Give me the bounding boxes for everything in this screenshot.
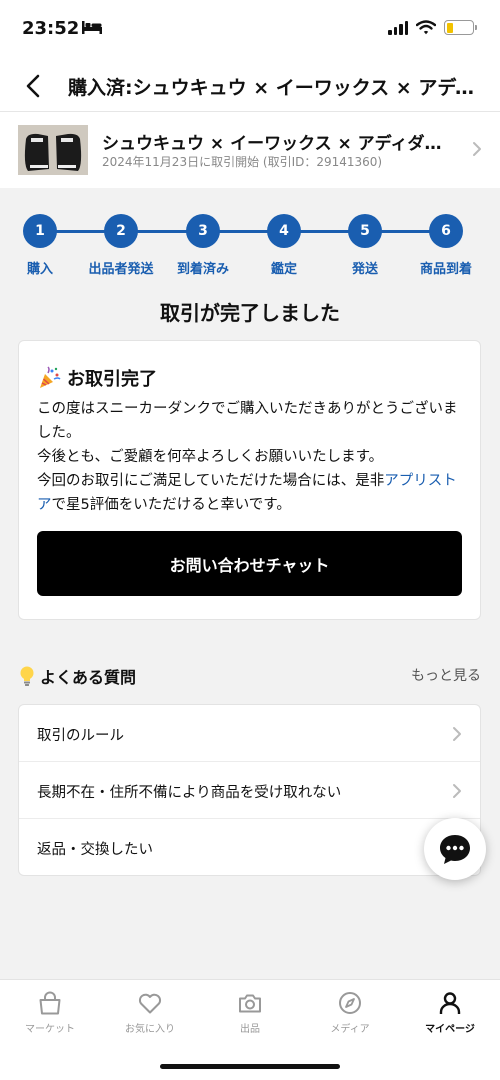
nav-header: 購入済:シュウキュウ × イーワックス × アディダス (0, 60, 500, 112)
step-number: 3 (186, 214, 220, 248)
faq-item-label: 長期不在・住所不備により商品を受け取れない (37, 785, 342, 801)
tab-label: マーケット (25, 1024, 75, 1035)
tab-sell[interactable]: 出品 (200, 990, 300, 1035)
page-title: 購入済:シュウキュウ × イーワックス × アディダス (68, 77, 488, 99)
chevron-right-icon (453, 784, 461, 798)
product-name: シュウキュウ × イーワックス × アディダス オリジナルス (102, 134, 452, 154)
home-indicator (160, 1064, 340, 1069)
step-number: 1 (23, 214, 57, 248)
card-heading: お取引完了 (37, 365, 157, 391)
contact-chat-button[interactable]: お問い合わせチャット (37, 531, 462, 596)
product-thumbnail (18, 125, 88, 175)
faq-item[interactable]: 返品・交換したい (19, 819, 480, 876)
tab-label: メディア (330, 1024, 370, 1035)
faq-list: 取引のルール 長期不在・住所不備により商品を受け取れない 返品・交換したい (18, 704, 481, 876)
step-number: 4 (267, 214, 301, 248)
tab-mypage[interactable]: マイページ (400, 990, 500, 1035)
progress-tracker: 1 購入 2 出品者発送 3 到着済み 4 鑑定 5 発送 6 商品到着 (0, 210, 500, 280)
step-number: 5 (348, 214, 382, 248)
card-body-line: 今後とも、ご愛顧を何卒よろしくお願いいたします。 (37, 449, 384, 465)
wifi-icon (416, 20, 436, 35)
bag-icon (39, 991, 61, 1015)
card-body-text: で星5評価をいただけると幸いです。 (51, 497, 291, 513)
faq-item[interactable]: 長期不在・住所不備により商品を受け取れない (19, 762, 480, 819)
chevron-right-icon (473, 142, 481, 156)
tab-market[interactable]: マーケット (0, 990, 100, 1035)
completion-title: 取引が完了しました (160, 301, 340, 325)
tab-label: マイページ (425, 1024, 475, 1035)
status-bar: 23:52 (0, 0, 500, 60)
card-body-text: 今回のお取引にご満足していただけた場合には、是非 (37, 473, 385, 489)
battery-icon (444, 20, 477, 35)
completion-card: お取引完了 この度はスニーカーダンクでご購入いただきありがとうございました。 今… (18, 340, 481, 620)
faq-item-label: 取引のルール (37, 728, 124, 744)
faq-title: よくある質問 (40, 668, 137, 687)
step-label: 商品到着 (419, 262, 472, 277)
tab-favorites[interactable]: お気に入り (100, 990, 200, 1035)
camera-icon (239, 994, 261, 1013)
bed-icon (82, 21, 102, 34)
party-popper-icon (40, 366, 61, 388)
faq-item[interactable]: 取引のルール (19, 705, 480, 762)
chevron-right-icon (453, 727, 461, 741)
tab-label: 出品 (240, 1024, 260, 1035)
step-number: 2 (104, 214, 138, 248)
faq-more-link[interactable]: もっと見る (411, 665, 481, 685)
product-summary-row[interactable]: シュウキュウ × イーワックス × アディダス オリジナルス 2024年11月2… (0, 112, 500, 188)
faq-item-label: 返品・交換したい (37, 842, 153, 858)
heart-icon (138, 993, 162, 1014)
compass-icon (339, 992, 361, 1014)
lightbulb-icon (20, 666, 34, 686)
faq-header: よくある質問 もっと見る (18, 662, 481, 690)
step-number: 6 (429, 214, 463, 248)
status-indicators (388, 20, 477, 35)
product-meta: 2024年11月23日に取引開始 (取引ID：29141360) (102, 155, 383, 169)
person-icon (439, 992, 461, 1014)
status-time: 23:52 (22, 18, 80, 39)
chat-bubble-icon (440, 835, 470, 864)
battery-level (446, 22, 453, 33)
back-icon[interactable] (22, 72, 46, 100)
card-body-line: 今回のお取引にご満足していただけた場合には、是非アプリストアで星5評価をいただけ… (37, 469, 467, 517)
card-body-line: この度はスニーカーダンクでご購入いただきありがとうございました。 (37, 401, 458, 441)
signal-icon (388, 20, 408, 35)
chat-fab[interactable] (424, 818, 486, 880)
card-body: この度はスニーカーダンクでご購入いただきありがとうございました。 今後とも、ご愛… (37, 397, 467, 517)
card-heading-text: お取引完了 (67, 369, 157, 390)
tab-media[interactable]: メディア (300, 990, 400, 1035)
progress-step: 6 商品到着 (396, 210, 496, 277)
tab-label: お気に入り (125, 1024, 175, 1035)
